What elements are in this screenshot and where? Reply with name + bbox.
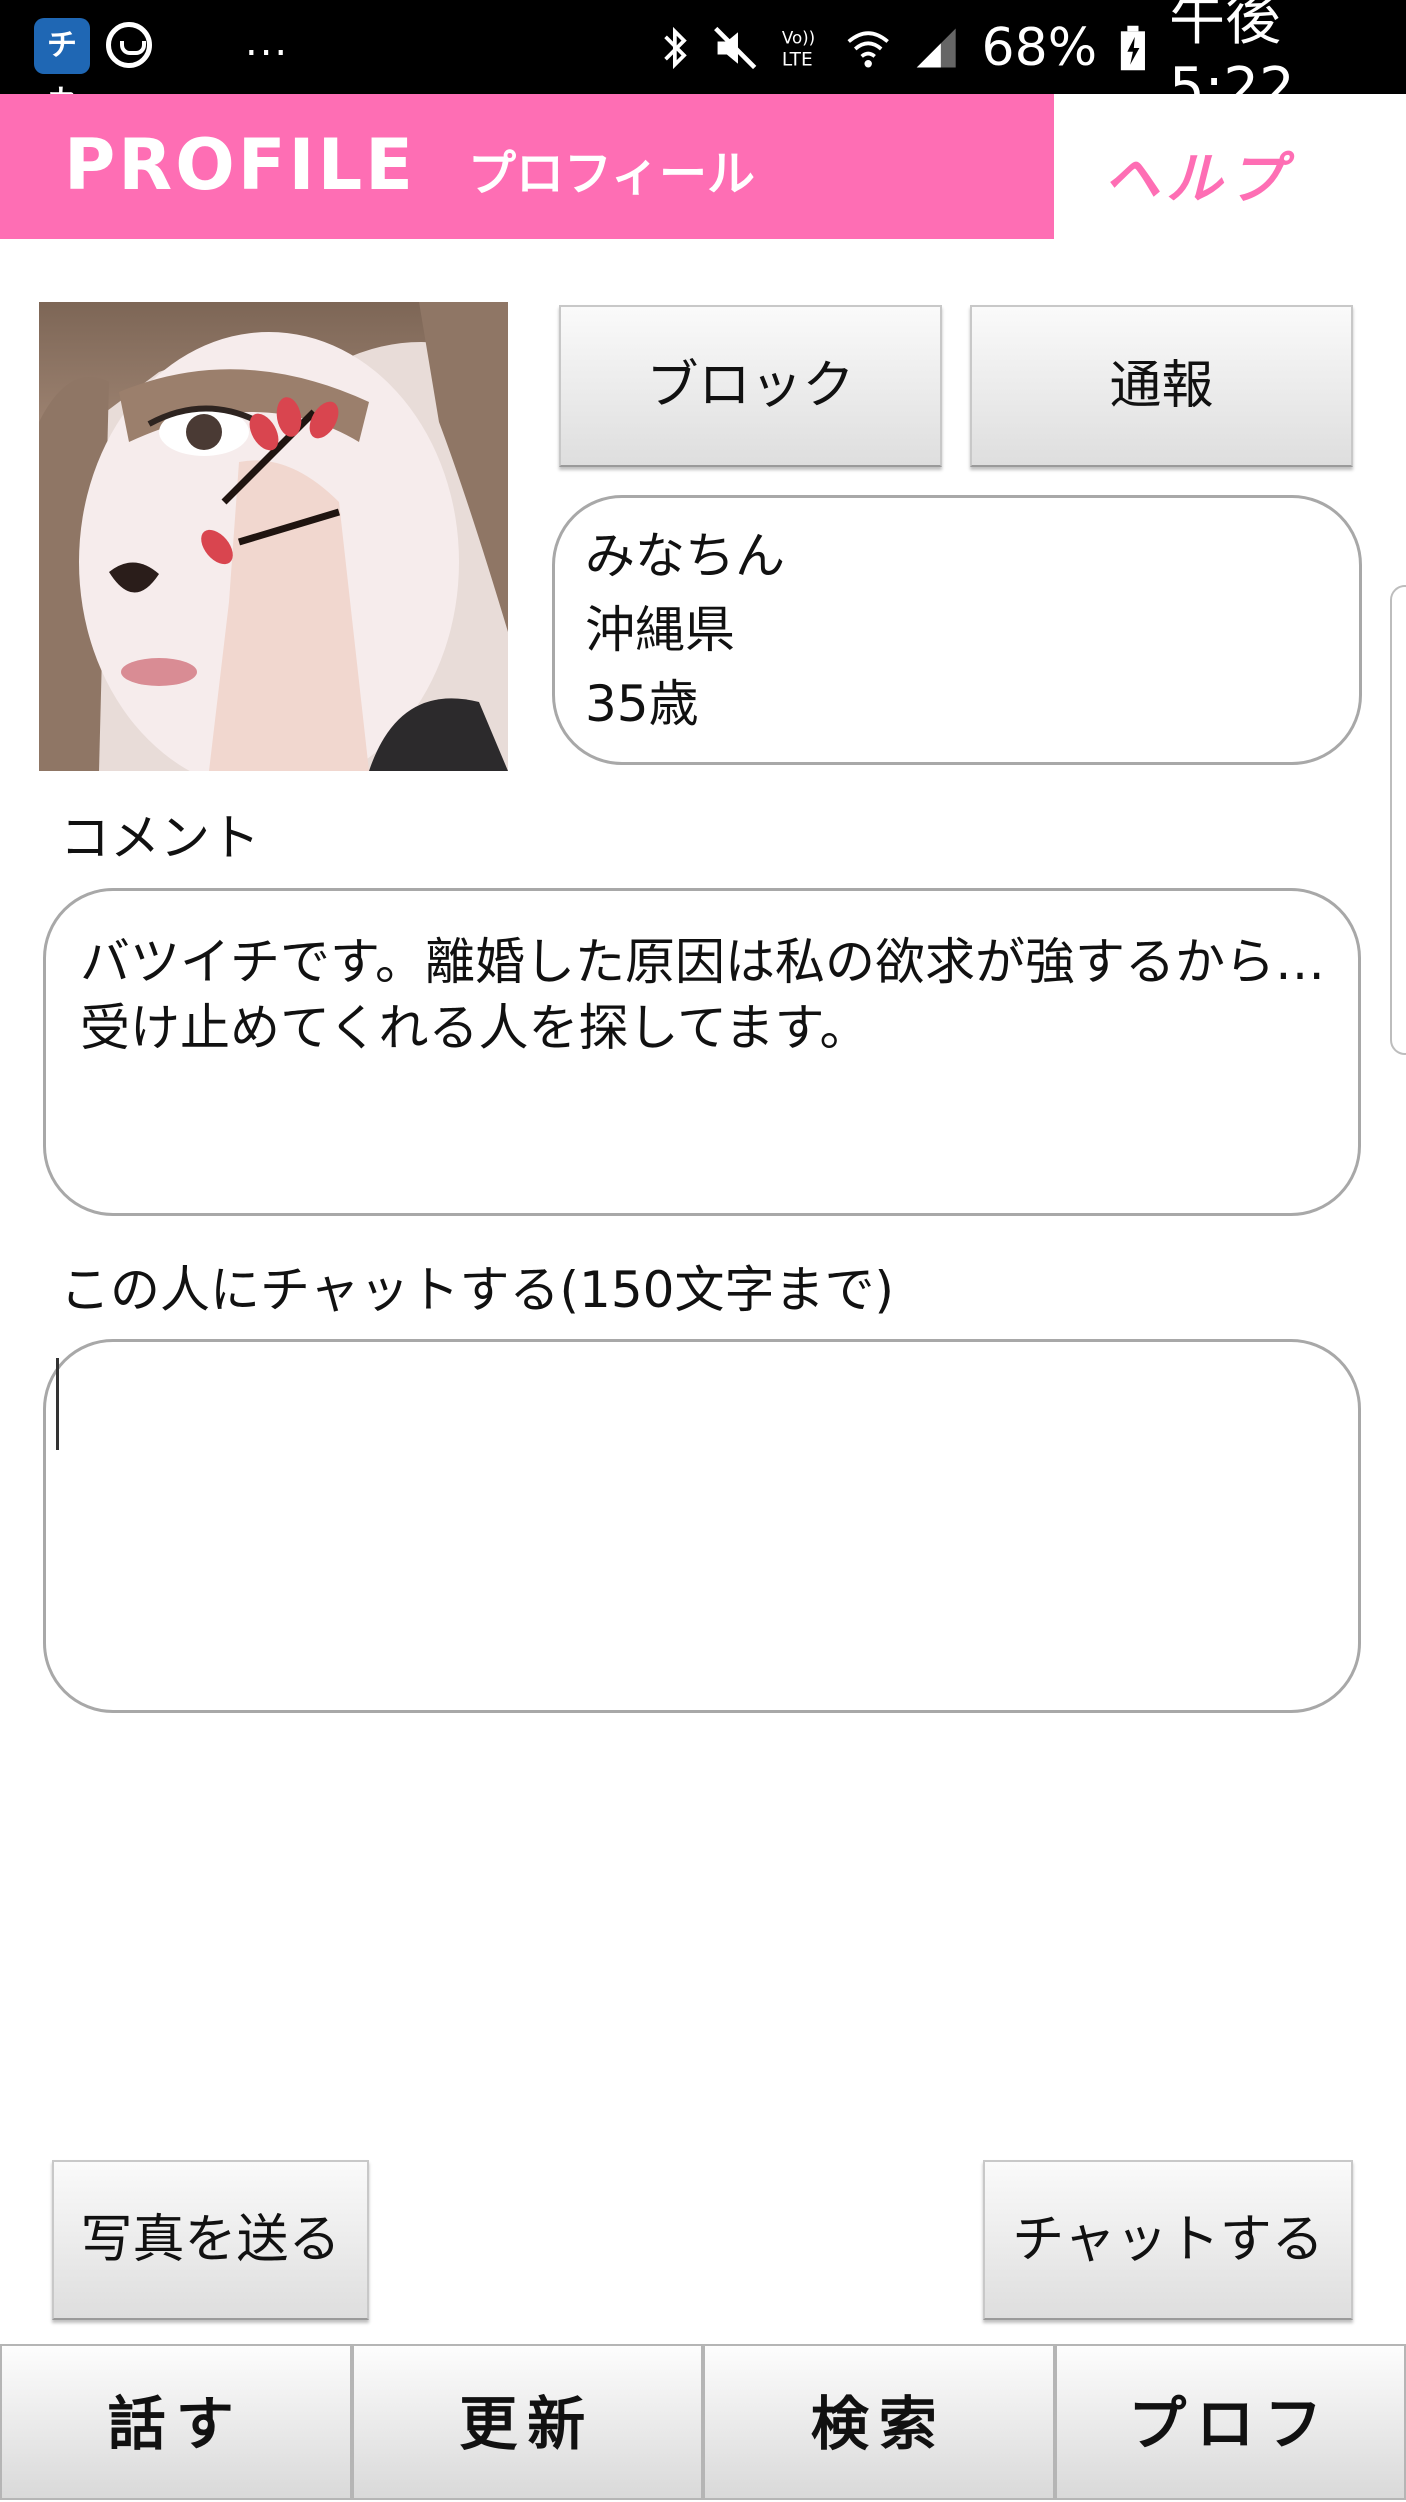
- nav-talk[interactable]: 話す: [0, 2344, 352, 2500]
- comment-box: バツイチです。離婚した原因は私の欲求が強するから…受け止めてくれる人を探してます…: [43, 888, 1361, 1216]
- svg-text:Vo)): Vo)): [782, 28, 815, 47]
- comment-label: コメント: [60, 798, 260, 870]
- nav-search[interactable]: 検索: [703, 2344, 1055, 2500]
- nav-refresh[interactable]: 更新: [352, 2344, 704, 2500]
- profile-logo: PROFILE: [64, 124, 416, 206]
- chat-message-input[interactable]: [43, 1339, 1361, 1713]
- profile-name: みなちん: [585, 516, 785, 588]
- status-bar: チカ ... Vo))LTE 68% 午後 5:22: [0, 0, 1406, 94]
- signal-icon: [913, 23, 959, 73]
- bluetooth-icon: [660, 22, 690, 74]
- system-icons: Vo))LTE 68% 午後 5:22: [660, 20, 1406, 76]
- comment-text: バツイチです。離婚した原因は私の欲求が強するから…受け止めてくれる人を探してます…: [80, 929, 1350, 1061]
- profile-age: 35歳: [585, 664, 699, 736]
- profile-photo-image: [39, 302, 508, 771]
- send-photo-button[interactable]: 写真を送る: [52, 2160, 369, 2320]
- page-title: プロフィール: [468, 134, 755, 204]
- app-header: PROFILE プロフィール ヘルプ: [0, 94, 1406, 239]
- bottom-nav: 話す 更新 検索 プロフ: [0, 2344, 1406, 2500]
- svg-text:LTE: LTE: [782, 50, 813, 71]
- battery-icon: [1119, 22, 1147, 74]
- more-notifications-indicator: ...: [245, 22, 289, 62]
- battery-percent: 68%: [982, 18, 1098, 78]
- help-link[interactable]: ヘルプ: [1104, 134, 1290, 215]
- text-cursor: [56, 1358, 59, 1450]
- nav-profile[interactable]: プロフ: [1055, 2344, 1406, 2500]
- mute-icon: [712, 23, 758, 73]
- report-button[interactable]: 通報: [970, 305, 1353, 467]
- pretzel-notification-icon: [106, 22, 152, 68]
- chat-label: この人にチャットする(150文字まで): [60, 1250, 894, 1322]
- profile-prefecture: 沖縄県: [585, 590, 735, 662]
- chat-button[interactable]: チャットする: [983, 2160, 1353, 2320]
- profile-info-box: みなちん 沖縄県 35歳: [552, 495, 1362, 765]
- volte-icon: Vo)) LTE: [780, 23, 823, 73]
- header-title-bar: PROFILE プロフィール: [0, 94, 1054, 239]
- app-notification-icon: チカ: [34, 18, 90, 74]
- edge-panel-handle[interactable]: [1390, 585, 1406, 1055]
- block-button[interactable]: ブロック: [559, 305, 942, 467]
- wifi-icon: [845, 23, 891, 73]
- profile-photo[interactable]: [39, 302, 508, 771]
